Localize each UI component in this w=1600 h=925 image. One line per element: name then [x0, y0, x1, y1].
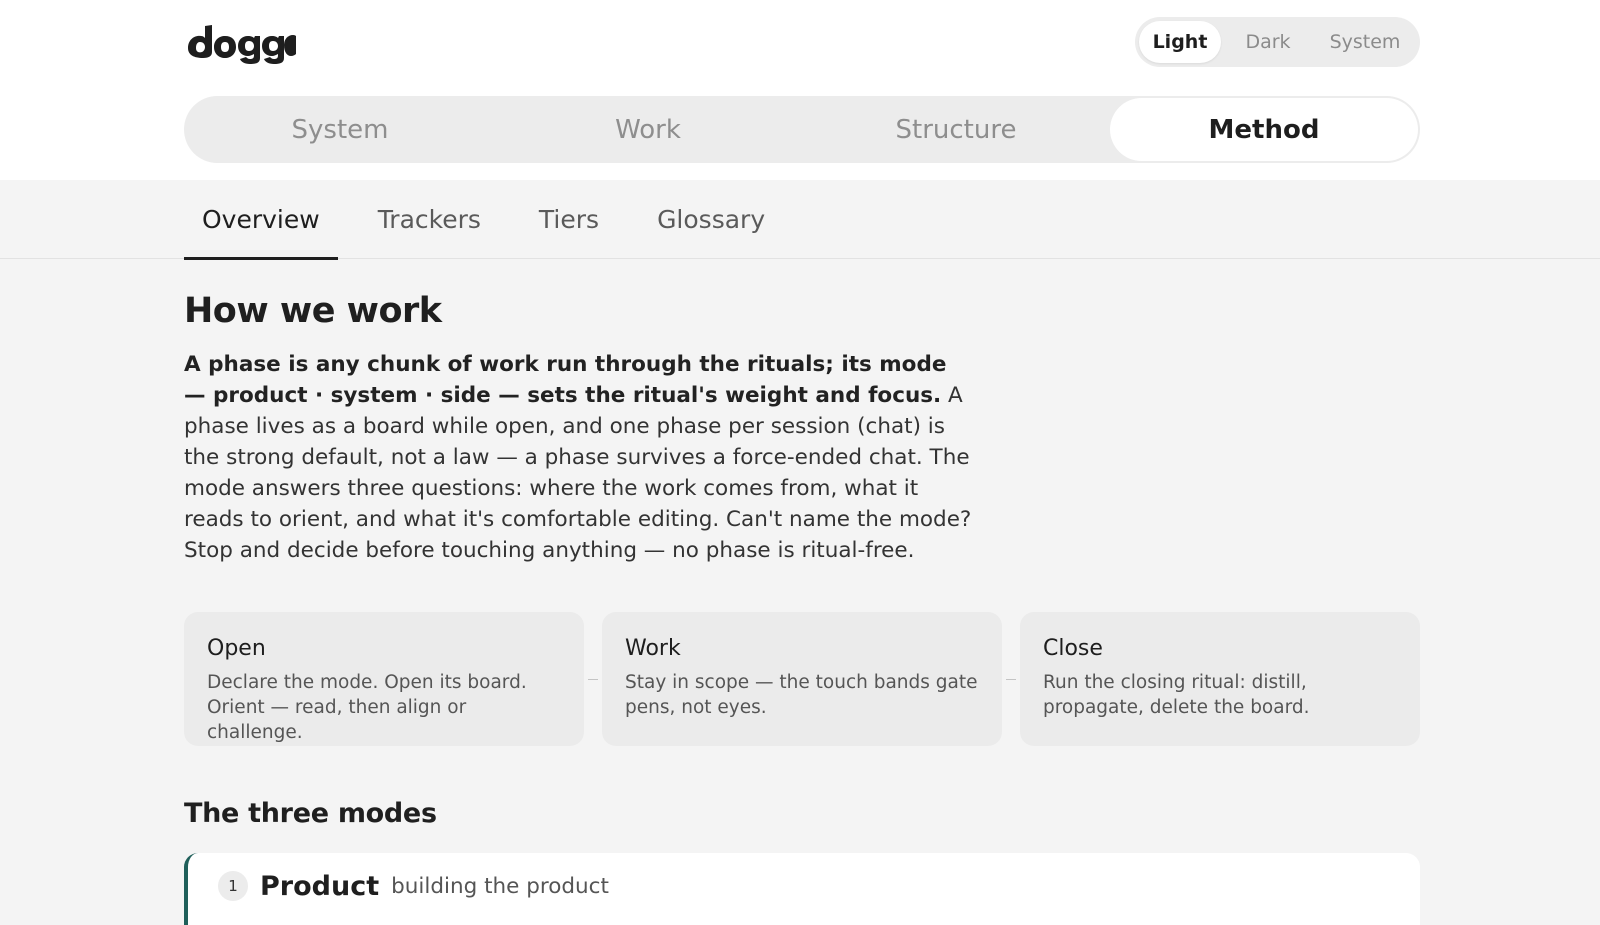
- sub-tab-overview[interactable]: Overview: [184, 180, 338, 260]
- sub-tab-tiers[interactable]: Tiers: [521, 180, 617, 259]
- sub-nav: Overview Trackers Tiers Glossary: [0, 180, 1600, 260]
- mode-card-product[interactable]: 1 Product building the product: [184, 853, 1420, 925]
- intro-paragraph: A phase is any chunk of work run through…: [184, 349, 974, 566]
- mode-number-badge: 1: [218, 871, 248, 901]
- theme-toggle: Light Dark System: [1135, 17, 1420, 67]
- step-card-open: Open Declare the mode. Open its board. O…: [184, 612, 585, 746]
- theme-option-light[interactable]: Light: [1139, 21, 1221, 63]
- doggo-logo[interactable]: [184, 18, 296, 64]
- ritual-steps: Open Declare the mode. Open its board. O…: [184, 612, 1420, 746]
- top-header: Light Dark System System Work Structure …: [0, 0, 1600, 180]
- step-description: Run the closing ritual: distill, propaga…: [1042, 672, 1310, 718]
- sub-tab-trackers[interactable]: Trackers: [360, 180, 499, 259]
- step-title: Work: [624, 636, 681, 661]
- main-tab-structure[interactable]: Structure: [802, 98, 1110, 161]
- main-nav: System Work Structure Method: [184, 96, 1420, 163]
- main-tab-work[interactable]: Work: [494, 98, 802, 161]
- intro-body-text: A phase lives as a board while open, and…: [184, 383, 972, 563]
- doggo-logo-mark: [188, 25, 296, 64]
- step-connector: [584, 678, 602, 680]
- step-title: Close: [1042, 636, 1103, 661]
- mode-description: building the product: [391, 873, 609, 899]
- step-card-work: Work Stay in scope — the touch bands gat…: [601, 612, 1003, 746]
- step-description: Declare the mode. Open its board. Orient…: [207, 672, 527, 743]
- step-title: Open: [207, 636, 266, 661]
- theme-option-dark[interactable]: Dark: [1221, 21, 1315, 63]
- sub-tab-glossary[interactable]: Glossary: [639, 180, 783, 259]
- step-connector: [1002, 678, 1020, 680]
- main-tab-system[interactable]: System: [186, 98, 494, 161]
- page-title: How we work: [184, 291, 442, 331]
- mode-name: Product: [260, 870, 380, 902]
- step-card-close: Close Run the closing ritual: distill, p…: [1019, 612, 1420, 746]
- theme-option-system[interactable]: System: [1315, 21, 1415, 63]
- step-description: Stay in scope — the touch bands gate pen…: [624, 672, 978, 718]
- intro-bold-text: A phase is any chunk of work run through…: [184, 352, 947, 408]
- section-title-three-modes: The three modes: [184, 798, 437, 829]
- main-tab-method[interactable]: Method: [1110, 98, 1418, 161]
- main-content: How we work A phase is any chunk of work…: [184, 259, 1420, 925]
